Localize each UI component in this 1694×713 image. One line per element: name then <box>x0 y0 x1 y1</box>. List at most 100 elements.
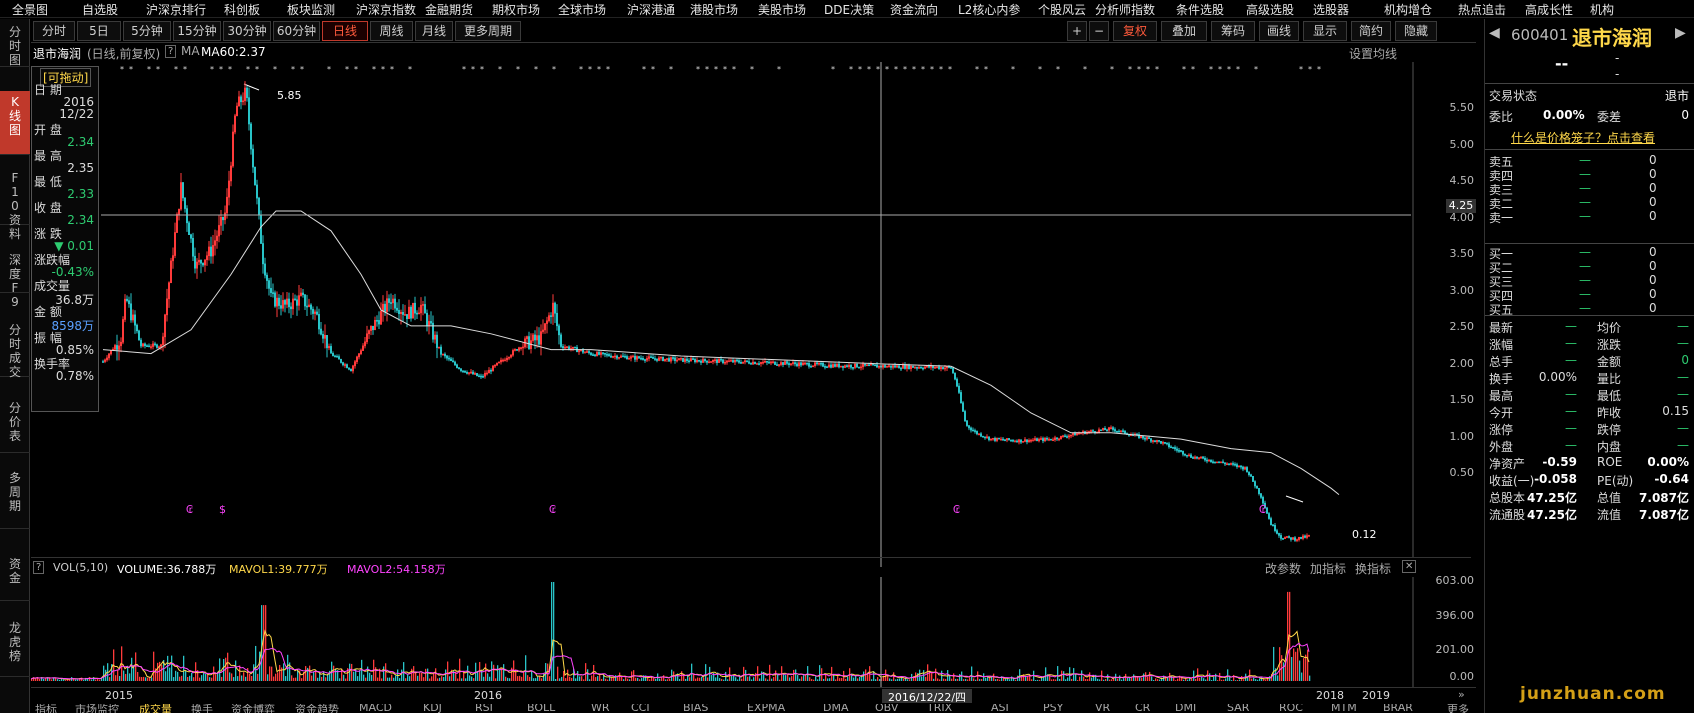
top-menu-item[interactable]: 全球市场 <box>558 1 606 17</box>
indicator-tab[interactable]: PSY <box>1043 704 1063 713</box>
indicator-tab[interactable]: 资金博弈 <box>231 704 275 713</box>
top-menu-item[interactable]: DDE决策 <box>824 1 874 17</box>
ma-settings-button[interactable]: 设置均线 <box>1349 45 1397 62</box>
indicator-tab[interactable]: 更多指标 <box>1447 704 1476 713</box>
period-tab[interactable]: 30分钟 <box>223 21 271 41</box>
indicator-tab[interactable]: BOLL <box>527 704 555 713</box>
indicator-tab[interactable]: BRAR <box>1383 704 1413 713</box>
indicator-tab[interactable]: OBV <box>875 704 898 713</box>
candle-body <box>773 361 776 365</box>
indicator-tab[interactable]: 指标 <box>35 704 57 713</box>
period-tab[interactable]: 周线 <box>370 21 413 41</box>
ask-price: — <box>1579 153 1591 167</box>
volume-chart[interactable] <box>31 577 1451 687</box>
indicator-tab[interactable]: EXPMA <box>747 704 785 713</box>
top-menu-item[interactable]: 个股风云 <box>1038 1 1086 17</box>
volume-bar <box>411 668 413 681</box>
indicator-tab[interactable]: ROC <box>1279 704 1303 713</box>
change-params-button[interactable]: 改参数 <box>1265 560 1301 577</box>
top-menu-item[interactable]: 沪深京指数 <box>356 1 416 17</box>
top-menu-item[interactable]: 条件选股 <box>1176 1 1224 17</box>
indicator-tab[interactable]: CR <box>1135 704 1150 713</box>
toolbar-button[interactable]: − <box>1089 21 1109 41</box>
top-menu-item[interactable]: 科创板 <box>224 1 260 17</box>
indicator-tab[interactable]: MACD <box>359 704 392 713</box>
period-tab[interactable]: 日线 <box>322 21 368 41</box>
help-icon[interactable]: ? <box>165 45 177 58</box>
toolbar-button[interactable]: 显示 <box>1303 21 1347 41</box>
top-menu-item[interactable]: 资金流向 <box>890 1 938 17</box>
ohlc-info-box[interactable]: [可拖动] 日 期 2016 12/22 开 盘 2.34 最 高 2.35 最 低 2.33 收… <box>31 66 99 412</box>
top-menu-item[interactable]: 热点追击 <box>1458 1 1506 17</box>
toolbar-button[interactable]: + <box>1067 21 1087 41</box>
indicator-tab[interactable]: 资金趋势 <box>295 704 339 713</box>
sidebar-item[interactable]: 资金 <box>0 553 30 601</box>
toolbar-button[interactable]: 隐藏 <box>1395 21 1437 41</box>
sidebar-item[interactable]: 深度F9 <box>0 249 30 309</box>
period-tab[interactable]: 60分钟 <box>273 21 320 41</box>
sidebar-item[interactable]: 分时成交 <box>0 319 30 379</box>
period-tab[interactable]: 5日 <box>77 21 121 41</box>
volume-bar <box>517 676 519 681</box>
scroll-right-icon[interactable]: » <box>1458 688 1465 701</box>
stat-value: 7.087亿 <box>1639 491 1689 505</box>
top-menu-item[interactable]: 机构 <box>1590 1 1614 17</box>
top-menu-item[interactable]: 机构增仓 <box>1384 1 1432 17</box>
top-menu-item[interactable]: L2核心内参 <box>958 1 1020 17</box>
indicator-tab[interactable]: MTM <box>1331 704 1357 713</box>
indicator-tab[interactable]: TRIX <box>927 704 952 713</box>
sidebar-item[interactable]: 多周期 <box>0 467 30 529</box>
period-tab[interactable]: 月线 <box>415 21 453 41</box>
add-indicator-button[interactable]: 加指标 <box>1310 560 1346 577</box>
indicator-tab[interactable]: 市场监控 <box>75 704 119 713</box>
indicator-tab[interactable]: WR <box>591 704 610 713</box>
sidebar-item[interactable]: K线图 <box>0 91 30 155</box>
sidebar-item[interactable]: 分价表 <box>0 397 30 453</box>
switch-indicator-button[interactable]: 换指标 <box>1355 560 1391 577</box>
top-menu-item[interactable]: 分析师指数 <box>1095 1 1155 17</box>
prev-stock-icon[interactable]: ◀ <box>1489 25 1500 41</box>
price-chart[interactable]: * * * * * * * * * * * * * * * * * * * * * * * * * * * * * * * * * * * * * * * *… <box>31 62 1451 567</box>
top-menu-item[interactable]: 期权市场 <box>492 1 540 17</box>
top-menu-item[interactable]: 选股器 <box>1313 1 1349 17</box>
toolbar-button[interactable]: 简约 <box>1351 21 1391 41</box>
sidebar-item[interactable]: F10资料 <box>0 167 30 241</box>
toolbar-button[interactable]: 复权 <box>1113 21 1157 41</box>
indicator-tab[interactable]: DMI <box>1175 704 1196 713</box>
top-menu-item[interactable]: 高成长性 <box>1525 1 1573 17</box>
top-menu-item[interactable]: 自选股 <box>82 1 118 17</box>
close-icon[interactable]: ✕ <box>1402 560 1417 573</box>
top-menu-item[interactable]: 全景图 <box>12 1 48 17</box>
indicator-tab[interactable]: CCI <box>631 704 650 713</box>
indicator-tab[interactable]: 成交量 <box>139 704 172 713</box>
period-tab[interactable]: 更多周期 <box>455 21 521 41</box>
period-tab[interactable]: 分时 <box>33 21 75 41</box>
indicator-tab[interactable]: ASI <box>991 704 1009 713</box>
top-menu-item[interactable]: 板块监测 <box>287 1 335 17</box>
period-tab[interactable]: 15分钟 <box>173 21 221 41</box>
sidebar-item[interactable]: 龙虎榜 <box>0 617 30 677</box>
toolbar-button[interactable]: 画线 <box>1259 21 1299 41</box>
indicator-tab[interactable]: KDJ <box>423 704 442 713</box>
top-menu-item[interactable]: 港股市场 <box>690 1 738 17</box>
indicator-tab[interactable]: RSI <box>475 704 493 713</box>
event-marker: * <box>831 65 835 74</box>
toolbar-button[interactable]: 筹码 <box>1211 21 1255 41</box>
top-menu-item[interactable]: 高级选股 <box>1246 1 1294 17</box>
period-tab[interactable]: 5分钟 <box>123 21 171 41</box>
volume-help-icon[interactable]: ? <box>33 561 45 574</box>
top-menu-item[interactable]: 沪深京排行 <box>146 1 206 17</box>
indicator-tab[interactable]: BIAS <box>683 704 708 713</box>
indicator-tab[interactable]: SAR <box>1227 704 1249 713</box>
top-menu-item[interactable]: 金融期货 <box>425 1 473 17</box>
top-menu-item[interactable]: 美股市场 <box>758 1 806 17</box>
price-cage-link[interactable]: 什么是价格笼子？点击查看 <box>1511 129 1655 146</box>
toolbar-button[interactable]: 叠加 <box>1161 21 1207 41</box>
stat-key: 收益(一) <box>1489 474 1535 488</box>
indicator-tab[interactable]: 换手 <box>191 704 213 713</box>
next-stock-icon[interactable]: ▶ <box>1675 25 1686 41</box>
top-menu-item[interactable]: 沪深港通 <box>627 1 675 17</box>
sidebar-item[interactable]: 分时图 <box>0 21 30 67</box>
indicator-tab[interactable]: DMA <box>823 704 849 713</box>
indicator-tab[interactable]: VR <box>1095 704 1110 713</box>
